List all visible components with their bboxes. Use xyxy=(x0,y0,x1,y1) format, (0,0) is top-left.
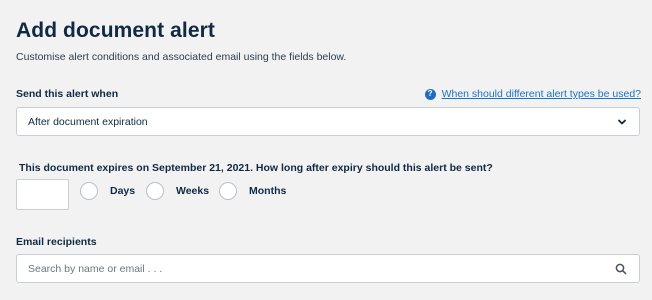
question-circle-icon: ? xyxy=(424,88,436,100)
email-recipients-label: Email recipients xyxy=(16,236,97,248)
radio-days-label: Days xyxy=(110,185,136,197)
radio-months[interactable]: Months xyxy=(219,182,286,200)
radio-days[interactable]: Days xyxy=(80,182,135,200)
page-title: Add document alert xyxy=(16,19,215,42)
radio-months-circle[interactable] xyxy=(219,182,237,200)
radio-days-circle[interactable] xyxy=(80,182,98,200)
expiry-question: This document expires on September 21, 2… xyxy=(19,162,493,174)
recipients-search[interactable] xyxy=(16,254,640,283)
add-document-alert-page: Add document alert Customise alert condi… xyxy=(0,0,652,300)
amount-input[interactable] xyxy=(16,179,69,210)
radio-months-label: Months xyxy=(249,185,287,197)
search-icon[interactable] xyxy=(615,263,627,275)
radio-weeks[interactable]: Weeks xyxy=(146,182,209,200)
radio-weeks-circle[interactable] xyxy=(146,182,164,200)
page-subtitle: Customise alert conditions and associate… xyxy=(16,51,347,63)
help-link-text: When should different alert types be use… xyxy=(441,88,641,100)
alert-types-help-link[interactable]: ? When should different alert types be u… xyxy=(424,88,641,100)
chevron-down-icon xyxy=(618,119,626,125)
alert-type-select[interactable]: After document expiration xyxy=(16,107,640,136)
alert-type-label: Send this alert when xyxy=(16,88,119,100)
radio-weeks-label: Weeks xyxy=(176,185,210,197)
recipients-search-input[interactable] xyxy=(17,255,588,282)
alert-type-selected-value: After document expiration xyxy=(28,115,148,128)
